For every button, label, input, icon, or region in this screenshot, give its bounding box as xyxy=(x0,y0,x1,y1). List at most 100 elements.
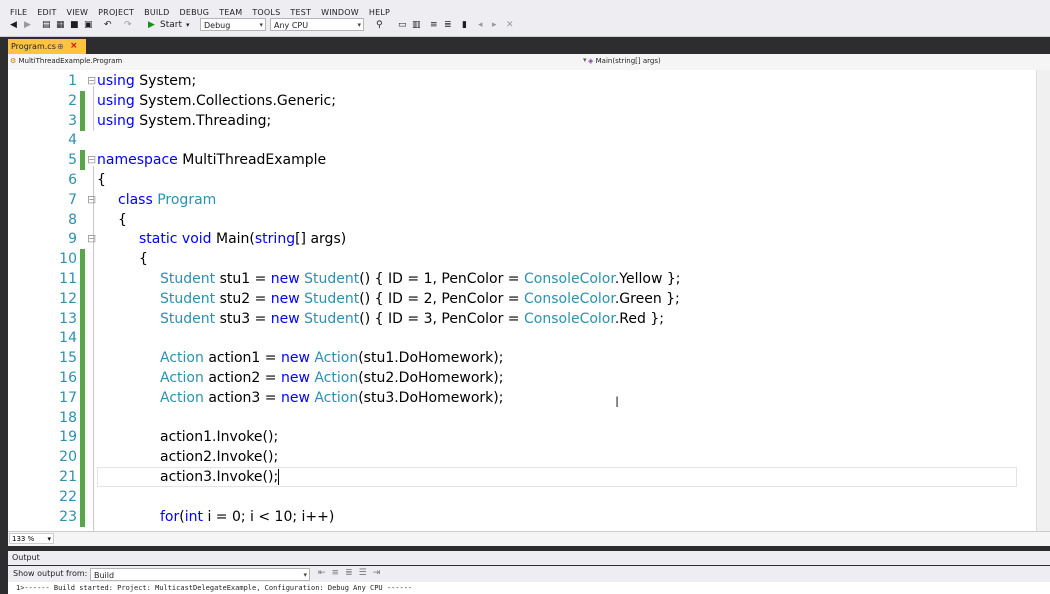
code-token: MultiThreadExample xyxy=(182,152,327,169)
collapse-icon[interactable]: ⊟ xyxy=(87,229,96,249)
menu-bar: FILE EDIT VIEW PROJECT BUILD DEBUG TEAM TOOLS TE… xyxy=(0,0,1050,16)
pin-icon[interactable]: ⊕ xyxy=(57,39,64,54)
code-line[interactable]: 6{ xyxy=(8,170,1038,190)
solution-platform-select[interactable]: Any CPU ▾ xyxy=(270,18,364,31)
code-line[interactable]: 13 Student stu3 = new Student() { ID = 3,… xyxy=(8,308,1038,329)
line-number: 7 xyxy=(68,191,77,208)
config-value: Debug xyxy=(204,21,231,30)
type-token: ConsoleColor xyxy=(524,290,615,307)
menu-edit[interactable]: EDIT xyxy=(37,8,56,16)
code-token: .Green }; xyxy=(614,290,680,307)
menu-build[interactable]: BUILD xyxy=(144,8,169,16)
collapse-icon[interactable]: ⊟ xyxy=(87,190,96,210)
menu-window[interactable]: WINDOW xyxy=(321,8,359,16)
output-toolbar: Show output from: Build ▾ ⇤≡≣☰⇥ xyxy=(8,566,1050,582)
close-icon[interactable]: × xyxy=(70,39,78,54)
code-text: action2.Invoke(); xyxy=(160,447,278,467)
type-combo[interactable]: ⚙ MultiThreadExample.Program xyxy=(10,57,122,65)
menu-view[interactable]: VIEW xyxy=(67,8,89,16)
start-button[interactable]: Start xyxy=(160,19,182,32)
code-line[interactable]: 4 xyxy=(8,130,1038,150)
code-line[interactable]: 3 using System.Threading; xyxy=(8,110,1038,131)
uncomment-icon[interactable]: ≣ xyxy=(444,19,452,32)
find-icon[interactable]: ⚲ xyxy=(376,19,383,32)
code-line[interactable]: 8{ xyxy=(8,210,1038,230)
output-panel-title: Output xyxy=(8,551,1050,565)
code-line[interactable]: 23 for(int i = 0; i < 10; i++) xyxy=(8,506,1038,527)
vertical-scrollbar[interactable] xyxy=(1036,70,1050,531)
code-text: { xyxy=(139,249,148,269)
output-source-value: Build xyxy=(94,571,115,580)
code-line[interactable]: 11 Student stu1 = new Student() { ID = 1,… xyxy=(8,269,1038,289)
open-file-icon[interactable]: ▦ xyxy=(56,19,65,32)
menu-tools[interactable]: TOOLS xyxy=(252,8,280,16)
undo-icon[interactable]: ↶ xyxy=(104,19,112,32)
code-line[interactable]: 17 Action action3 = new Action(stu3.DoHom… xyxy=(8,387,1038,408)
output-toolbar-icons[interactable]: ⇤≡≣☰⇥ xyxy=(318,568,386,578)
show-output-label: Show output from: xyxy=(13,569,88,578)
change-marker xyxy=(80,288,85,309)
save-all-icon[interactable]: ▣ xyxy=(84,19,93,32)
code-line[interactable]: 21 action3.Invoke(); xyxy=(8,467,1038,487)
collapse-icon[interactable]: ⊟ xyxy=(87,150,96,170)
class-icon: ⚙ xyxy=(10,57,17,65)
code-line[interactable]: 2 using System.Collections.Generic; xyxy=(8,90,1038,111)
menu-project[interactable]: PROJECT xyxy=(98,8,134,16)
tab-program-cs[interactable]: Program.cs ⊕ × xyxy=(8,39,86,54)
code-line[interactable]: 15 Action action1 = new Action(stu1.DoHom… xyxy=(8,348,1038,369)
prev-bookmark-icon[interactable]: ◂ xyxy=(478,19,483,32)
new-project-icon[interactable]: ▤ xyxy=(42,19,51,32)
type-token: Student xyxy=(304,271,360,287)
start-dropdown-icon[interactable]: ▾ xyxy=(186,19,190,32)
menu-test[interactable]: TEST xyxy=(290,8,311,16)
back-icon[interactable]: ◀ xyxy=(10,19,17,32)
forward-icon[interactable]: ▶ xyxy=(24,19,31,32)
code-line[interactable]: 19 action1.Invoke(); xyxy=(8,427,1038,448)
code-token: action3 = xyxy=(208,389,277,406)
start-icon[interactable]: ▶ xyxy=(148,19,155,32)
code-line[interactable]: 12 Student stu2 = new Student() { ID = 2,… xyxy=(8,288,1038,309)
type-token: ConsoleColor xyxy=(524,271,615,287)
code-token: .Red }; xyxy=(614,310,664,327)
member-combo-value: Main(string[] args) xyxy=(595,57,661,65)
clear-bookmark-icon[interactable]: ✕ xyxy=(506,19,514,32)
redo-icon[interactable]: ↷ xyxy=(124,19,132,32)
menu-team[interactable]: TEAM xyxy=(219,8,242,16)
menu-file[interactable]: FILE xyxy=(10,8,27,16)
code-token: Main( xyxy=(216,231,255,248)
code-line[interactable]: 5 ⊟ namespace MultiThreadExample xyxy=(8,150,1038,171)
bookmark-icon[interactable]: ▮ xyxy=(462,19,467,32)
text-caret xyxy=(278,469,280,485)
next-bookmark-icon[interactable]: ▸ xyxy=(492,19,497,32)
comment-icon[interactable]: ≡ xyxy=(430,19,438,32)
collapse-icon[interactable]: ⊟ xyxy=(87,71,96,91)
code-text: action3.Invoke(); xyxy=(160,467,280,487)
zoom-select[interactable]: 133 % ▾ xyxy=(9,533,54,544)
solution-explorer-icon[interactable]: ▭ xyxy=(398,19,407,32)
member-combo[interactable]: ◈ Main(string[] args) xyxy=(588,57,661,65)
code-line[interactable]: 16 Action action2 = new Action(stu2.DoHom… xyxy=(8,368,1038,388)
output-source-select[interactable]: Build ▾ xyxy=(90,568,310,581)
code-line[interactable]: 22 xyxy=(8,486,1038,507)
code-line[interactable]: 20 action2.Invoke(); xyxy=(8,447,1038,468)
chevron-down-icon[interactable]: ▾ xyxy=(583,56,587,64)
solution-configuration-select[interactable]: Debug ▾ xyxy=(200,18,266,31)
line-number: 6 xyxy=(68,172,77,188)
code-line[interactable]: 14 xyxy=(8,328,1038,349)
code-line[interactable]: 10 { xyxy=(8,249,1038,270)
code-editor[interactable]: I 1 ⊟ using System; 2 using System.Collectio… xyxy=(8,70,1050,531)
menu-debug[interactable]: DEBUG xyxy=(179,8,209,16)
keyword-token: namespace xyxy=(97,152,178,169)
code-token: .Yellow }; xyxy=(614,271,681,287)
code-line[interactable]: 9 ⊟ static void Main(string[] args) xyxy=(8,229,1038,249)
code-line[interactable]: 18 xyxy=(8,407,1038,428)
save-icon[interactable]: ■ xyxy=(70,19,79,32)
properties-icon[interactable]: ▥ xyxy=(412,19,421,32)
code-line[interactable]: 7 ⊟ class Program xyxy=(8,190,1038,210)
change-marker xyxy=(80,328,85,349)
change-marker xyxy=(80,110,85,131)
code-token: stu3 = xyxy=(219,310,267,327)
menu-help[interactable]: HELP xyxy=(369,8,390,16)
code-line[interactable]: 1 ⊟ using System; xyxy=(8,71,1038,91)
code-text: using System.Collections.Generic; xyxy=(97,91,336,111)
